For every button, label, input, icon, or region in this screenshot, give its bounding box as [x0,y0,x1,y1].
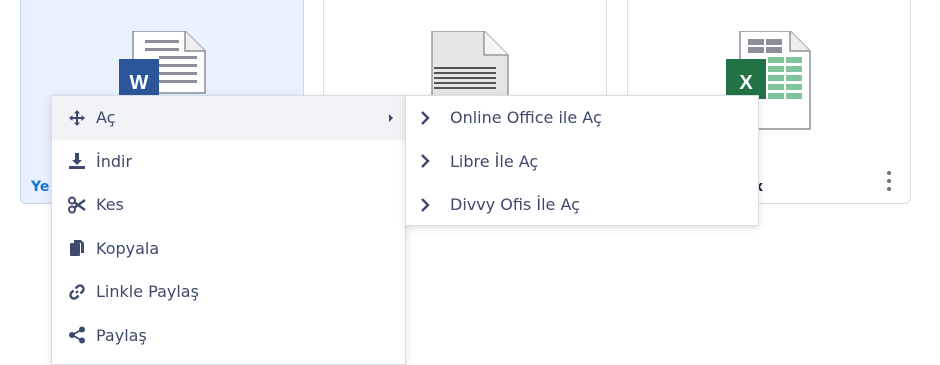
file-name: Ye [31,179,50,195]
submenu-item-online-office[interactable]: Online Office ile Aç [406,96,758,140]
chevron-right-icon [420,108,434,128]
share-icon [67,325,87,345]
menu-item-label: Linkle Paylaş [96,282,199,302]
chevron-right-icon [420,195,434,215]
menu-item-label: İndir [96,151,133,171]
scissors-icon [67,195,87,215]
svg-text:X: X [739,72,753,94]
text-file-icon [431,31,509,99]
word-file-icon: W [119,31,206,99]
menu-item-label: Aç [96,108,116,128]
menu-item-cut[interactable]: Kes [52,183,405,227]
menu-item-label: Paylaş [96,325,147,345]
svg-text:W: W [130,72,149,94]
menu-item-label: Kopyala [96,238,160,258]
download-icon [67,151,87,171]
submenu-item-label: Libre İle Aç [450,151,539,171]
menu-item-download[interactable]: İndir [52,140,405,184]
menu-item-share-link[interactable]: Linkle Paylaş [52,270,405,314]
submenu-item-divvy[interactable]: Divvy Ofis İle Aç [406,183,758,227]
move-icon [67,108,87,128]
submenu-item-libre[interactable]: Libre İle Aç [406,140,758,184]
copy-icon [67,238,87,258]
chevron-right-icon [420,151,434,171]
link-icon [67,282,87,302]
context-menu: Aç İndir Kes Kopyala Linkle Paylaş Payla… [51,95,406,365]
submenu-item-label: Divvy Ofis İle Aç [450,195,580,215]
menu-item-share[interactable]: Paylaş [52,314,405,358]
submenu-item-label: Online Office ile Aç [450,108,602,128]
menu-item-label: Kes [96,195,124,215]
menu-item-open[interactable]: Aç [52,96,405,140]
more-options-icon[interactable] [886,171,892,191]
submenu-arrow-icon [389,113,393,122]
open-with-submenu: Online Office ile Aç Libre İle Aç Divvy … [405,95,759,226]
menu-item-copy[interactable]: Kopyala [52,227,405,271]
